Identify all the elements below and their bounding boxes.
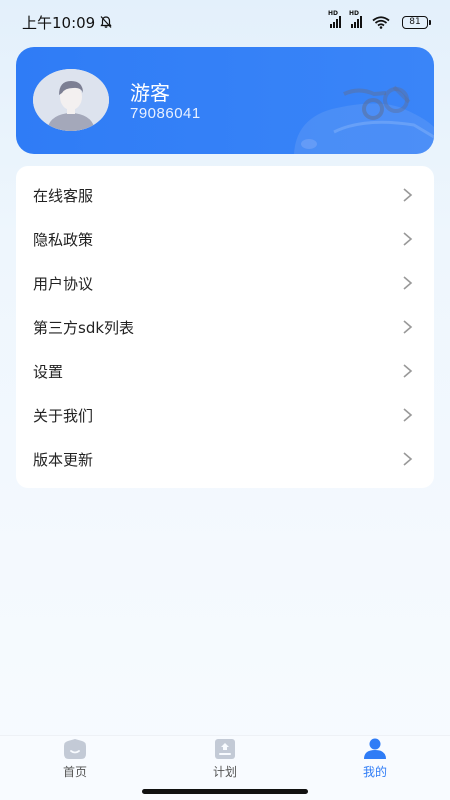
menu-item-settings[interactable]: 设置: [16, 349, 434, 393]
chevron-right-icon: [403, 452, 413, 466]
menu-item-version-update[interactable]: 版本更新: [16, 437, 434, 481]
profile-card[interactable]: 游客 79086041: [16, 47, 434, 154]
avatar-person-icon: [33, 69, 109, 131]
chevron-right-icon: [403, 320, 413, 334]
status-bar: 上午10:09 HD HD 81: [0, 0, 450, 44]
status-left: 上午10:09: [22, 12, 113, 33]
home-indicator: [142, 789, 308, 794]
tab-plan[interactable]: 计划: [195, 738, 255, 780]
menu-item-label: 隐私政策: [33, 230, 94, 249]
tab-mine[interactable]: 我的: [345, 738, 405, 780]
signal-hd-label-2: HD: [349, 10, 360, 17]
wifi-icon: [372, 15, 390, 29]
chevron-right-icon: [403, 408, 413, 422]
mute-bell-icon: [100, 16, 112, 28]
signal-icon-2: HD: [349, 10, 362, 28]
tab-mine-label: 我的: [362, 765, 387, 779]
chevron-right-icon: [403, 364, 413, 378]
menu-item-customer-service[interactable]: 在线客服: [16, 173, 434, 217]
tab-home-label: 首页: [62, 765, 87, 779]
battery-icon: 81: [402, 15, 431, 29]
menu-item-label: 用户协议: [33, 274, 94, 293]
tab-plan-label: 计划: [212, 765, 237, 779]
chevron-right-icon: [403, 276, 413, 290]
plan-icon: [215, 739, 235, 759]
avatar[interactable]: [33, 69, 109, 131]
home-icon: [64, 739, 86, 759]
menu-item-privacy-policy[interactable]: 隐私政策: [16, 217, 434, 261]
menu-item-third-party-sdk[interactable]: 第三方sdk列表: [16, 305, 434, 349]
battery-level: 81: [409, 17, 421, 27]
menu-item-label: 关于我们: [33, 406, 94, 425]
menu-item-label: 版本更新: [33, 450, 94, 469]
tab-home[interactable]: 首页: [45, 738, 105, 780]
profile-icon: [364, 738, 386, 759]
menu-item-user-agreement[interactable]: 用户协议: [16, 261, 434, 305]
chevron-right-icon: [403, 232, 413, 246]
chevron-right-icon: [403, 188, 413, 202]
menu-list: 在线客服 隐私政策 用户协议 第三方sdk列表 设置 关于我们 版本更新: [16, 166, 434, 488]
menu-item-label: 设置: [33, 362, 64, 381]
menu-item-label: 在线客服: [33, 186, 94, 205]
card-decoration-icon: [294, 85, 434, 154]
menu-item-about-us[interactable]: 关于我们: [16, 393, 434, 437]
signal-hd-label: HD: [328, 10, 339, 17]
status-time: 上午10:09: [22, 13, 96, 32]
status-right: HD HD 81: [328, 10, 431, 29]
menu-item-label: 第三方sdk列表: [33, 318, 135, 337]
profile-name: 游客: [130, 83, 170, 105]
signal-icon: HD: [328, 10, 341, 28]
profile-id: 79086041: [130, 105, 201, 122]
